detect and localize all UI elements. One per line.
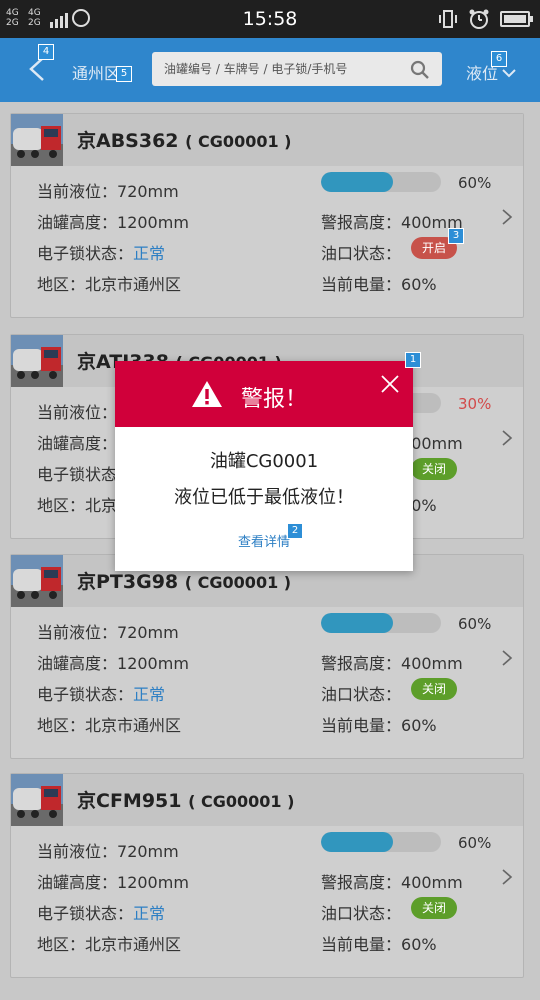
lock-status: 电子锁状态：正常 [37,904,166,923]
tanker-truck-thumbnail [11,774,63,826]
area: 地区：北京 [37,496,118,515]
region-label: 通州区 [72,64,121,83]
current-level: 当前液位：720mm [37,842,179,861]
port-status-badge: 关闭 [411,678,457,700]
alarm-height: 警报高度：400mm [321,213,463,232]
port-status-badge: 关闭 [411,458,457,480]
alarm-height: 警报高度：400mm [321,654,463,673]
chevron-right-icon[interactable] [501,649,513,667]
alarm-clock-icon [469,9,489,29]
port-status: 油口状态： [321,244,402,263]
chevron-right-icon[interactable] [501,208,513,226]
tanker-truck-thumbnail [11,335,63,387]
lock-status: 电子锁状态：正常 [37,685,166,704]
close-icon[interactable] [381,375,399,393]
chevron-right-icon[interactable] [501,868,513,886]
alert-dialog: 警报！ 油罐CG0001 液位已低于最低液位！ 查看详情 [115,361,413,571]
area: 地区：北京市通州区 [37,716,182,735]
lock-status: 电子锁状态：正常 [37,244,166,263]
alert-message-body: 液位已低于最低液位！ [174,487,354,508]
search-input[interactable] [152,52,402,86]
alert-title: 警报！ [241,387,308,412]
level-percent: 30% [458,395,492,413]
battery-icon [500,11,533,27]
view-details-link[interactable]: 查看详情 [115,531,413,550]
current-level: 当前液位：720mm [37,182,179,201]
alert-message-tank: 油罐CG0001 [209,451,319,472]
tank-card[interactable]: 京CFM951 ( CG00001 ) 当前液位：720mm 油罐高度：1200… [10,773,524,978]
tank-height: 油罐高度：1200mm [37,873,189,892]
tank-code: ( CG00001 ) [184,573,292,592]
app-header: 通州区 液位 [0,38,540,102]
battery-level: 当前电量：60% [321,935,437,954]
tank-code: ( CG00001 ) [188,792,295,811]
tanker-truck-thumbnail [11,114,63,166]
level-progress-bar [321,832,441,852]
plate-number: 京ABS362 ( CG00001 ) [77,130,292,152]
battery-level: 当前电量：60% [321,716,437,735]
level-percent: 60% [458,834,492,852]
vibrate-icon [439,10,457,28]
current-level: 当前液位：720mm [37,623,179,642]
tank-height: 油罐高度：1200mm [37,654,189,673]
tank-height: 油罐高度：1200mm [37,213,189,232]
annotation-badge-2: 2 [287,523,303,539]
alarm-height: 警报高度：400mm [321,873,463,892]
port-status-badge: 关闭 [411,897,457,919]
tank-card[interactable]: 京PT3G98 ( CG00001 ) 当前液位：720mm 油罐高度：1200… [10,554,524,759]
area: 地区：北京市通州区 [37,275,182,294]
tank-height: 油罐高度： [37,434,118,453]
search-icon[interactable] [410,60,430,80]
level-progress-bar [321,613,441,633]
level-percent: 60% [458,174,492,192]
port-status: 油口状态： [321,904,402,923]
search-box [152,52,442,86]
tanker-truck-thumbnail [11,555,63,607]
level-chevron-down-icon[interactable] [502,68,516,78]
level-progress-fill [321,832,393,852]
status-bar: 4G 2G 4G 2G 15:58 [0,0,540,38]
warning-triangle-icon [192,381,222,407]
level-percent: 60% [458,615,492,633]
plate-number: 京CFM951 ( CG00001 ) [77,790,295,812]
battery-level: 当前电量：60% [321,275,437,294]
level-progress-bar [321,172,441,192]
annotation-badge-3: 3 [448,228,464,244]
port-status: 油口状态： [321,685,402,704]
annotation-badge-6: 6 [491,51,507,67]
tank-code: ( CG00001 ) [185,132,292,151]
alert-header: 警报！ [115,361,413,427]
area: 地区：北京市通州区 [37,935,182,954]
tank-card[interactable]: 京ABS362 ( CG00001 ) 当前液位：720mm 油罐高度：1200… [10,113,524,318]
annotation-badge-4: 4 [38,44,54,60]
chevron-right-icon[interactable] [501,429,513,447]
annotation-badge-1: 1 [405,352,421,368]
current-level: 当前液位： [37,403,118,422]
region-selector[interactable]: 通州区 [72,60,120,84]
level-progress-fill [321,613,393,633]
level-progress-fill [321,172,393,192]
annotation-badge-5: 5 [116,66,132,82]
plate-number: 京PT3G98 ( CG00001 ) [77,571,292,593]
